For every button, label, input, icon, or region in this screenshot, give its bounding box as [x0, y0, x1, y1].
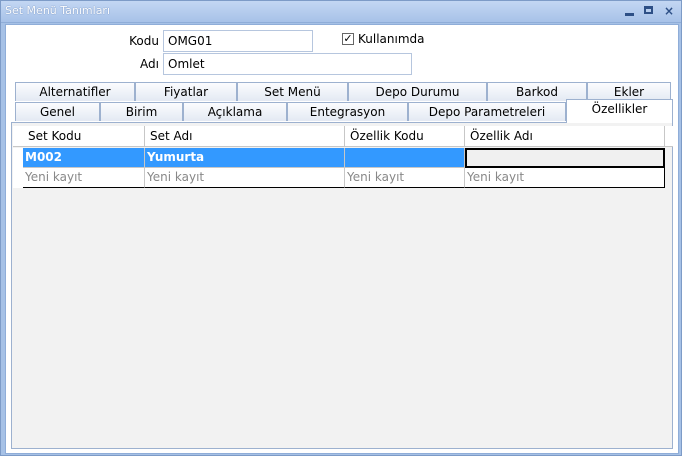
window-title: Set Menü Tanımları: [5, 4, 111, 17]
active-label: Kullanımda: [358, 32, 425, 46]
tab-genel[interactable]: Genel: [15, 102, 100, 121]
code-label: Kodu: [129, 34, 159, 48]
maximize-icon[interactable]: [642, 4, 658, 18]
table-row[interactable]: M002 Yumurta: [23, 148, 675, 168]
code-input[interactable]: OMG01: [163, 30, 313, 52]
cell-set-kodu[interactable]: M002: [23, 148, 145, 168]
cell-set-adi[interactable]: Yumurta: [145, 148, 345, 168]
cell-ozellik-adi[interactable]: [465, 148, 665, 168]
minimize-icon[interactable]: [622, 4, 638, 18]
active-checkbox[interactable]: ✓: [342, 33, 354, 45]
column-header-ozellik-adi[interactable]: Özellik Adı: [465, 126, 665, 146]
tab-birim[interactable]: Birim: [100, 102, 183, 121]
cell-ozellik-kodu[interactable]: [345, 148, 465, 168]
new-cell-set-adi[interactable]: Yeni kayıt: [145, 168, 345, 188]
name-label: Adı: [140, 57, 159, 71]
new-cell-set-kodu[interactable]: Yeni kayıt: [23, 168, 145, 188]
tab-depo-durumu[interactable]: Depo Durumu: [348, 82, 487, 101]
grid-header: Set Kodu Set Adı Özellik Kodu Özellik Ad…: [13, 126, 673, 147]
close-icon[interactable]: ×: [661, 4, 677, 18]
tab-entegrasyon[interactable]: Entegrasyon: [287, 102, 408, 121]
tab-depo-parametreleri[interactable]: Depo Parametreleri: [408, 102, 566, 121]
new-cell-ozellik-kodu[interactable]: Yeni kayıt: [345, 168, 465, 188]
new-cell-ozellik-adi[interactable]: Yeni kayıt: [465, 168, 665, 188]
title-bar[interactable]: Set Menü Tanımları ×: [1, 1, 681, 23]
column-header-ozellik-kodu[interactable]: Özellik Kodu: [345, 126, 465, 146]
row-indicator[interactable]: [13, 148, 23, 188]
tab-aciklama[interactable]: Açıklama: [183, 102, 287, 121]
column-header-set-kodu[interactable]: Set Kodu: [23, 126, 145, 146]
column-header-set-adi[interactable]: Set Adı: [145, 126, 345, 146]
tab-set-menu[interactable]: Set Menü: [237, 82, 348, 101]
name-input[interactable]: Omlet: [163, 53, 412, 75]
window: Set Menü Tanımları × Kodu OMG01 ✓ Kullan…: [0, 0, 682, 456]
tab-fiyatlar[interactable]: Fiyatlar: [135, 82, 237, 101]
tab-alternatifler[interactable]: Alternatifler: [15, 82, 135, 101]
tab-ozellikler[interactable]: Özellikler: [566, 99, 673, 123]
new-record-row[interactable]: Yeni kayıt Yeni kayıt Yeni kayıt Yeni ka…: [23, 168, 675, 188]
